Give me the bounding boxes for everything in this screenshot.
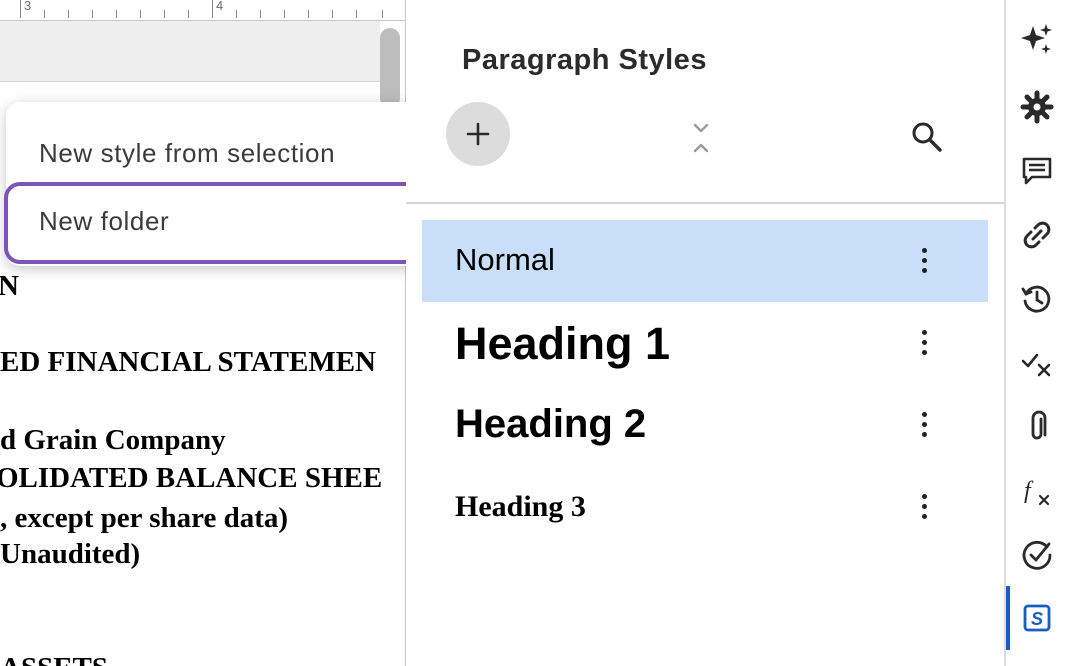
history-icon[interactable] [1020, 282, 1054, 316]
doc-line[interactable]: ASSETS [0, 652, 108, 666]
style-row-heading-2[interactable]: Heading 2 [422, 384, 988, 466]
add-style-button[interactable] [446, 102, 510, 166]
more-options-icon[interactable] [914, 246, 934, 276]
scrollbar-thumb[interactable] [380, 28, 400, 108]
page-margin-band [0, 21, 380, 82]
svg-text:S: S [1031, 609, 1043, 629]
style-name: Normal [455, 242, 555, 277]
paperclip-icon[interactable] [1020, 410, 1054, 444]
link-icon[interactable] [1020, 218, 1054, 252]
function-icon[interactable]: f [1020, 474, 1054, 508]
check-circle-icon[interactable] [1020, 538, 1054, 572]
ruler-tick [308, 10, 309, 18]
ruler-tick [260, 10, 261, 18]
plus-icon [466, 122, 490, 146]
collapse-all-button[interactable] [688, 121, 714, 155]
style-name: Heading 1 [455, 318, 671, 369]
ruler-tick [116, 10, 117, 18]
ruler-tick [284, 10, 285, 18]
doc-line[interactable]: d Grain Company [0, 424, 226, 457]
ruler-tick [164, 10, 165, 18]
ruler-tick [212, 0, 213, 18]
panel-title: Paragraph Styles [462, 44, 707, 76]
svg-text:f: f [1024, 478, 1034, 504]
paragraph-styles-panel: Paragraph Styles Normal Heading 1 Headin… [406, 0, 1004, 666]
ruler-tick [356, 10, 357, 18]
gear-icon[interactable] [1020, 90, 1054, 124]
menu-item-new-folder[interactable]: New folder [4, 182, 444, 264]
ruler-tick [140, 10, 141, 18]
active-indicator [1006, 586, 1010, 650]
ruler-tick [188, 10, 189, 18]
add-style-menu: New style from selection New folder [4, 102, 446, 266]
doc-line[interactable]: Unaudited) [0, 538, 140, 571]
menu-item-label: New folder [39, 206, 170, 236]
ruler-tick [382, 10, 383, 18]
style-row-heading-1[interactable]: Heading 1 [422, 302, 988, 384]
ruler-tick [332, 10, 333, 18]
search-styles-button[interactable] [910, 120, 944, 154]
collapse-all-icon [693, 123, 709, 153]
style-row-normal[interactable]: Normal [422, 220, 988, 302]
menu-item-label: New style from selection [39, 138, 336, 168]
ruler-tick [44, 10, 45, 18]
doc-line[interactable]: , except per share data) [0, 502, 288, 535]
styles-icon[interactable]: S [1020, 601, 1054, 635]
more-options-icon[interactable] [914, 492, 934, 522]
right-sidebar: f S [1006, 0, 1066, 666]
ruler-tick [68, 10, 69, 18]
document-area[interactable]: 3 4 N ED FINANCIAL STATEMEN d Grain Comp… [0, 0, 406, 666]
ruler-tick [236, 10, 237, 18]
doc-line[interactable]: OLIDATED BALANCE SHEE [0, 462, 382, 495]
doc-line[interactable]: N [0, 270, 19, 303]
ruler-tick [92, 10, 93, 18]
more-options-icon[interactable] [914, 328, 934, 358]
style-name: Heading 3 [455, 490, 586, 523]
track-changes-icon[interactable] [1020, 346, 1054, 380]
style-name: Heading 2 [455, 402, 647, 446]
ruler[interactable]: 3 4 [0, 0, 405, 21]
sparkle-icon[interactable] [1020, 22, 1054, 56]
search-icon [912, 122, 942, 152]
panel-divider [406, 202, 1004, 204]
style-row-heading-3[interactable]: Heading 3 [422, 466, 988, 548]
ruler-tick [20, 0, 21, 18]
doc-line[interactable]: ED FINANCIAL STATEMEN [0, 346, 376, 379]
menu-item-new-style-from-selection[interactable]: New style from selection [6, 120, 446, 184]
comment-icon[interactable] [1020, 154, 1054, 188]
more-options-icon[interactable] [914, 410, 934, 440]
ruler-number: 3 [24, 0, 32, 13]
ruler-number: 4 [216, 0, 224, 13]
